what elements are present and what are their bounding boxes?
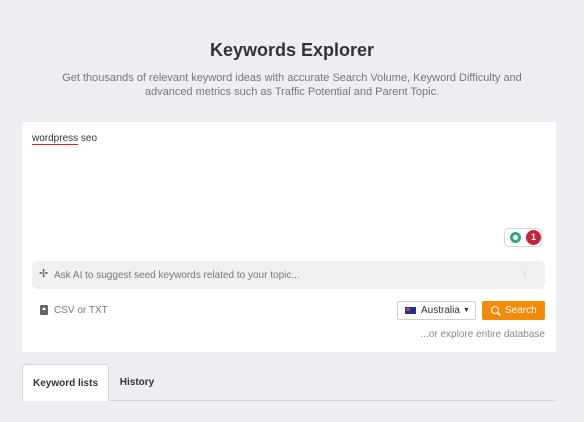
sparkle-icon: ✢ [39, 268, 49, 280]
ai-suggest-box: ✢ ↑ [32, 261, 545, 289]
keywords-explorer-page: Keywords Explorer Get thousands of relev… [0, 0, 584, 422]
keyword-input-panel: wordpress seo 1 ✢ ↑ CSV or TXT Australia… [22, 122, 556, 352]
search-icon [491, 306, 499, 314]
australia-flag-icon [405, 307, 416, 314]
suggestion-count-badge: 1 [526, 230, 541, 245]
country-name: Australia [421, 305, 460, 316]
tab-keyword-lists[interactable]: Keyword lists [22, 364, 109, 401]
file-upload-icon [40, 305, 48, 315]
explore-database-link[interactable]: ...or explore entire database [420, 329, 545, 340]
search-label: Search [505, 305, 537, 316]
search-button[interactable]: Search [482, 301, 545, 320]
keyword-text-rest: seo [78, 133, 98, 144]
arrow-up-icon[interactable]: ↑ [522, 268, 528, 280]
keyword-textarea[interactable]: wordpress seo [32, 133, 98, 145]
page-title: Keywords Explorer [209, 40, 375, 60]
keyword-misspelled-word: wordpress [32, 133, 79, 145]
tab-bar: Keyword lists History [22, 364, 556, 401]
lightbulb-icon [510, 232, 521, 243]
page-subtitle: Get thousands of relevant keyword ideas … [62, 72, 522, 98]
tab-history[interactable]: History [109, 364, 165, 401]
suggestion-widget[interactable]: 1 [504, 228, 542, 247]
upload-label: CSV or TXT [54, 305, 108, 316]
caret-down-icon: ▼ [463, 307, 470, 314]
country-select[interactable]: Australia ▼ [397, 301, 476, 320]
ai-prompt-input[interactable] [54, 261, 514, 289]
